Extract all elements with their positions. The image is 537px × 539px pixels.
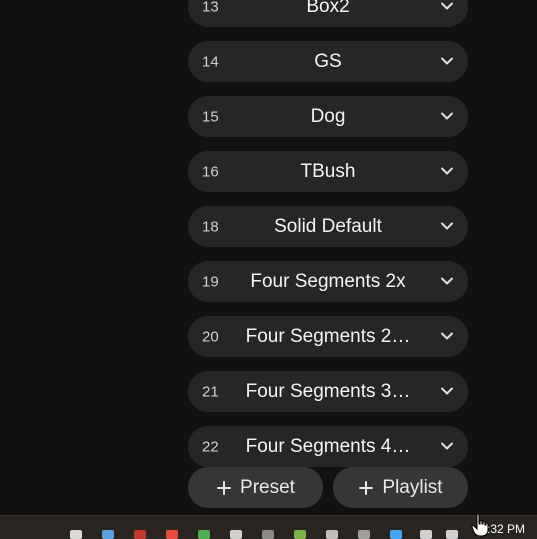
chevron-down-icon[interactable] xyxy=(440,111,454,121)
preset-number: 13 xyxy=(202,0,219,15)
preset-item-15[interactable]: 15 Dog xyxy=(188,96,468,137)
chevron-down-icon[interactable] xyxy=(440,276,454,286)
taskbar-clock[interactable]: :32 PM xyxy=(487,522,525,536)
plus-icon xyxy=(217,480,232,495)
plus-icon xyxy=(359,480,374,495)
preset-name: GS xyxy=(314,50,342,72)
preset-item-22[interactable]: 22 Four Segments 4… xyxy=(188,426,468,467)
preset-item-19[interactable]: 19 Four Segments 2x xyxy=(188,261,468,302)
preset-item-16[interactable]: 16 TBush xyxy=(188,151,468,192)
preset-number: 16 xyxy=(202,163,219,180)
add-playlist-button[interactable]: Playlist xyxy=(333,467,468,508)
preset-name: Solid Default xyxy=(274,215,382,237)
preset-name: Four Segments 3… xyxy=(245,380,411,402)
preset-number: 20 xyxy=(202,328,219,345)
action-bar: Preset Playlist xyxy=(188,467,468,508)
hand-cursor-icon xyxy=(471,513,489,537)
preset-number: 22 xyxy=(202,438,219,455)
preset-name: Four Segments 2… xyxy=(245,325,411,347)
preset-name: Four Segments 2x xyxy=(250,270,406,292)
chevron-down-icon[interactable] xyxy=(440,56,454,66)
chevron-down-icon[interactable] xyxy=(440,331,454,341)
add-preset-button[interactable]: Preset xyxy=(188,467,323,508)
preset-item-14[interactable]: 14 GS xyxy=(188,41,468,82)
add-playlist-label: Playlist xyxy=(382,476,443,498)
windows-taskbar: :32 PM xyxy=(0,515,537,539)
add-preset-label: Preset xyxy=(240,476,295,498)
preset-item-20[interactable]: 20 Four Segments 2… xyxy=(188,316,468,357)
chevron-down-icon[interactable] xyxy=(440,386,454,396)
preset-number: 14 xyxy=(202,53,219,70)
preset-name: TBush xyxy=(300,160,356,182)
chevron-down-icon[interactable] xyxy=(440,441,454,451)
preset-list: 13 Box2 14 GS 15 Dog 16 TBush 18 Solid D… xyxy=(188,0,468,481)
preset-item-21[interactable]: 21 Four Segments 3… xyxy=(188,371,468,412)
preset-number: 19 xyxy=(202,273,219,290)
preset-item-18[interactable]: 18 Solid Default xyxy=(188,206,468,247)
preset-name: Box2 xyxy=(306,0,350,17)
preset-item-13[interactable]: 13 Box2 xyxy=(188,0,468,27)
chevron-down-icon[interactable] xyxy=(440,1,454,11)
preset-number: 15 xyxy=(202,108,219,125)
chevron-down-icon[interactable] xyxy=(440,221,454,231)
preset-name: Four Segments 4… xyxy=(245,435,411,457)
chevron-down-icon[interactable] xyxy=(440,166,454,176)
preset-number: 18 xyxy=(202,218,219,235)
preset-name: Dog xyxy=(310,105,346,127)
preset-number: 21 xyxy=(202,383,219,400)
